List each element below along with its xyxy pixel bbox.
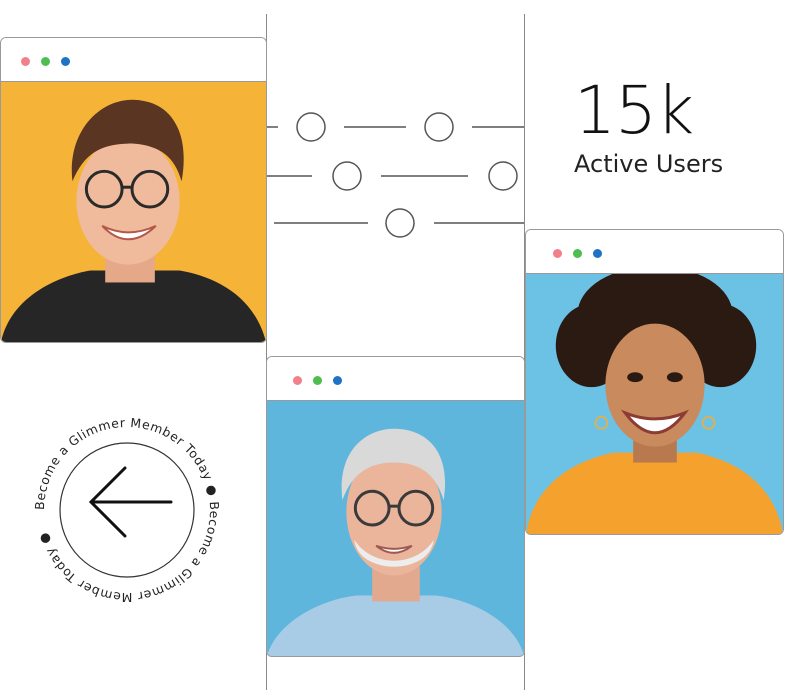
active-users-stat: 15k Active Users: [574, 72, 724, 179]
window-minimize-dot[interactable]: [333, 376, 342, 385]
arrow-left-icon: [88, 466, 173, 538]
window-maximize-dot[interactable]: [41, 57, 50, 66]
stat-label: Active Users: [574, 150, 724, 178]
browser-card-woman: [525, 229, 784, 535]
member-badge-graphic: Become a Glimmer Member Today ● Become a…: [32, 415, 222, 605]
window-maximize-dot[interactable]: [573, 249, 582, 258]
stat-number: 15k: [574, 72, 694, 149]
window-titlebar: [1, 38, 266, 82]
window-titlebar: [267, 357, 524, 401]
window-close-dot[interactable]: [553, 249, 562, 258]
woman-photo: [526, 274, 783, 534]
window-maximize-dot[interactable]: [313, 376, 322, 385]
window-minimize-dot[interactable]: [593, 249, 602, 258]
browser-card-young-man: [0, 37, 267, 343]
older-man-photo: [267, 401, 524, 656]
badge-inner-circle: [59, 442, 195, 578]
young-man-photo: [1, 82, 266, 342]
window-minimize-dot[interactable]: [61, 57, 70, 66]
window-titlebar: [526, 230, 783, 274]
window-close-dot[interactable]: [293, 376, 302, 385]
window-close-dot[interactable]: [21, 57, 30, 66]
page-canvas: 15k Active Users Become a Glimmer Member…: [0, 0, 793, 690]
browser-card-older-man: [266, 356, 525, 657]
member-badge[interactable]: Become a Glimmer Member Today ● Become a…: [27, 410, 227, 610]
connector-decoration: [266, 112, 524, 238]
